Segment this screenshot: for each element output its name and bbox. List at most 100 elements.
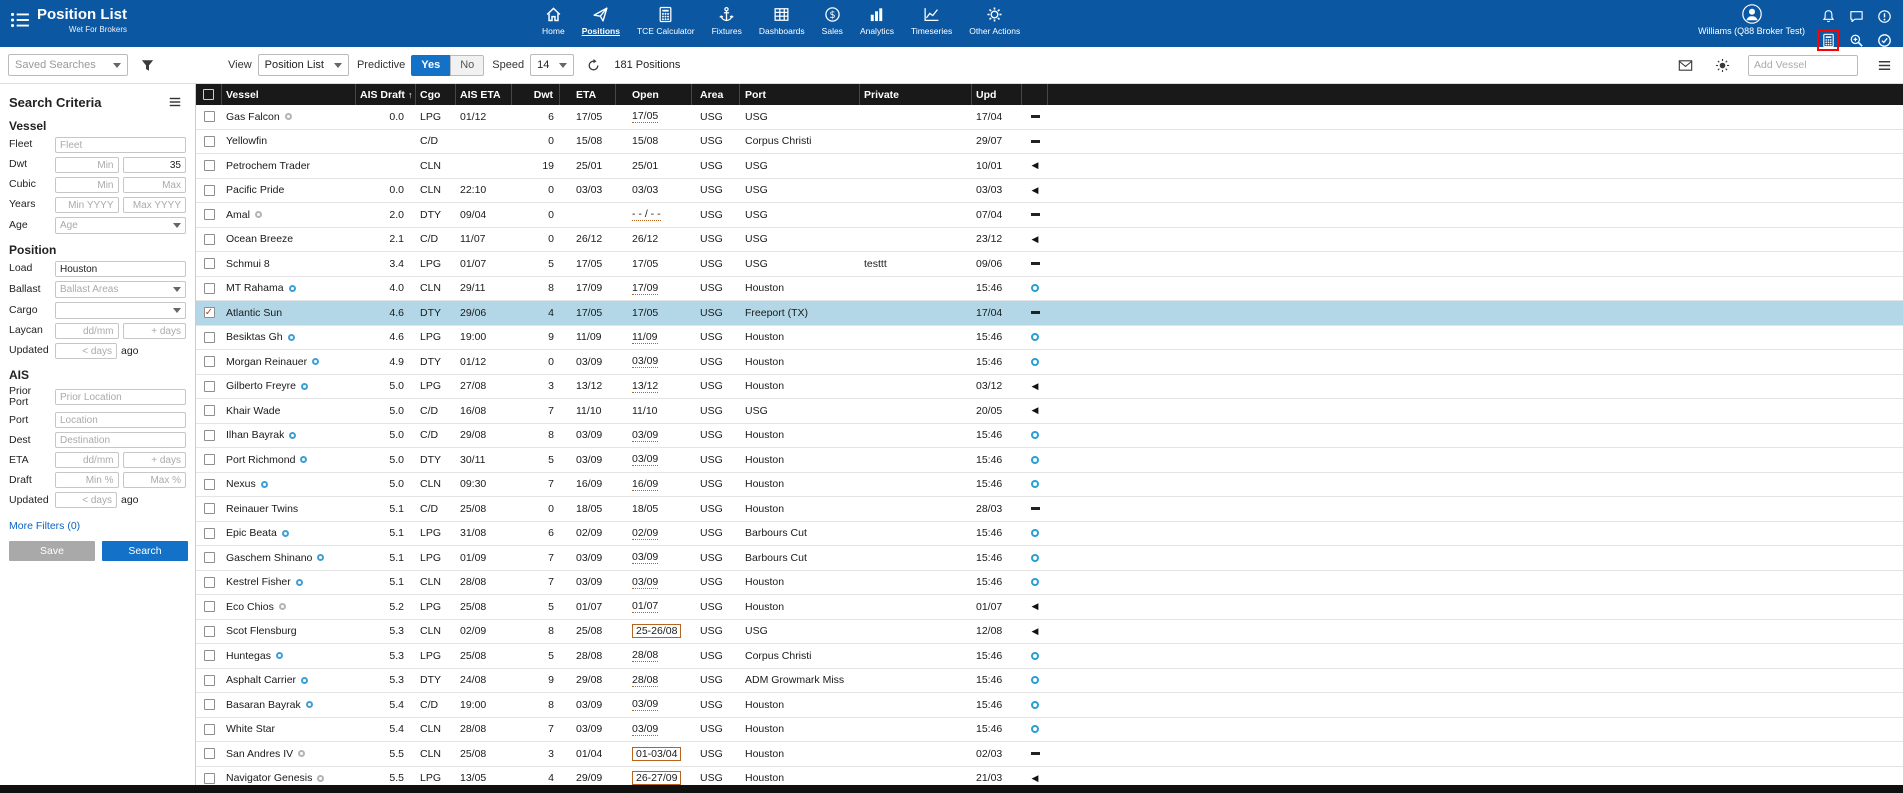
open-date-value[interactable]: 17/05 (632, 307, 658, 319)
row-checkbox[interactable] (204, 699, 215, 710)
predictive-no-button[interactable]: No (450, 55, 484, 76)
column-menu-button[interactable] (1873, 54, 1895, 76)
column-header-upd[interactable]: Upd (972, 84, 1022, 105)
table-row[interactable]: Gas Falcon0.0LPG01/12617/0517/05USGUSG17… (196, 105, 1903, 130)
nav-item-other-actions[interactable]: Other Actions (967, 5, 1022, 37)
column-header-cgo[interactable]: Cgo (416, 84, 456, 105)
ballast-select[interactable]: Ballast Areas (55, 281, 186, 298)
app-logo[interactable]: Position List Wet For Brokers (10, 7, 127, 34)
table-row[interactable]: White Star5.4CLN28/08703/0903/09USGHoust… (196, 718, 1903, 743)
dest-input[interactable] (55, 432, 186, 448)
row-checkbox[interactable] (204, 626, 215, 637)
row-checkbox[interactable] (204, 454, 215, 465)
eta-input-2[interactable] (123, 452, 187, 468)
open-date-value[interactable]: 28/08 (632, 674, 658, 687)
open-date-value[interactable]: 15/08 (632, 135, 658, 147)
open-date-value[interactable]: 01-03/04 (632, 747, 681, 761)
nav-item-timeseries[interactable]: Timeseries (909, 5, 954, 37)
user-menu[interactable]: Williams (Q88 Broker Test) (1698, 4, 1805, 36)
bottom-scrollbar[interactable] (0, 785, 1903, 793)
ais-position-icon[interactable] (306, 701, 313, 708)
table-row[interactable]: Petrochem TraderCLN1925/0125/01USGUSG10/… (196, 154, 1903, 179)
check-circle-button[interactable] (1873, 30, 1895, 51)
select-all-checkbox[interactable] (203, 89, 214, 100)
filter-button[interactable] (136, 54, 158, 76)
table-row[interactable]: YellowfinC/D015/0815/08USGCorpus Christi… (196, 130, 1903, 155)
row-checkbox[interactable] (204, 552, 215, 563)
row-checkbox[interactable] (204, 307, 215, 318)
cubic-input-1[interactable] (55, 177, 119, 193)
ais-position-icon[interactable] (296, 579, 303, 586)
column-header-select[interactable] (196, 84, 222, 105)
column-header-ais-draft[interactable]: AIS Draft↑ (356, 84, 416, 105)
ais-position-icon[interactable] (255, 211, 262, 218)
column-header-upd-status[interactable] (1022, 84, 1048, 105)
chat-button[interactable] (1845, 6, 1867, 27)
column-header-area[interactable]: Area (692, 84, 740, 105)
row-checkbox[interactable] (204, 503, 215, 514)
draft-input-1[interactable] (55, 472, 119, 488)
column-header-ais-eta[interactable]: AIS ETA (456, 84, 512, 105)
open-date-value[interactable]: 17/09 (632, 282, 658, 295)
predictive-yes-button[interactable]: Yes (411, 55, 450, 76)
row-checkbox[interactable] (204, 577, 215, 588)
open-date-value[interactable]: 26/12 (632, 233, 658, 245)
open-date-value[interactable]: 26-27/09 (632, 771, 681, 785)
row-checkbox[interactable] (204, 601, 215, 612)
years-input-2[interactable] (123, 197, 187, 213)
table-row[interactable]: Huntegas5.3LPG25/08528/0828/08USGCorpus … (196, 644, 1903, 669)
row-checkbox[interactable] (204, 675, 215, 686)
table-row[interactable]: Epic Beata5.1LPG31/08602/0902/09USGBarbo… (196, 522, 1903, 547)
open-date-value[interactable]: 17/05 (632, 110, 658, 123)
prior-port-input[interactable] (55, 389, 186, 405)
open-date-value[interactable]: 28/08 (632, 649, 658, 662)
add-vessel-input[interactable] (1748, 55, 1858, 76)
speed-select[interactable]: 14 (530, 54, 574, 76)
sidebar-menu-button[interactable] (168, 94, 186, 110)
ais-position-icon[interactable] (301, 383, 308, 390)
row-checkbox[interactable] (204, 528, 215, 539)
fleet-input[interactable] (55, 137, 186, 153)
table-row[interactable]: Basaran Bayrak5.4C/D19:00803/0903/09USGH… (196, 693, 1903, 718)
row-checkbox[interactable] (204, 332, 215, 343)
open-date-value[interactable]: 03/09 (632, 453, 658, 466)
table-row[interactable]: Kestrel Fisher5.1CLN28/08703/0903/09USGH… (196, 571, 1903, 596)
ais-position-icon[interactable] (289, 285, 296, 292)
column-header-vessel[interactable]: Vessel (222, 84, 356, 105)
table-row[interactable]: Khair Wade5.0C/D16/08711/1011/10USGUSG20… (196, 399, 1903, 424)
save-button[interactable]: Save (9, 541, 95, 561)
row-checkbox[interactable] (204, 748, 215, 759)
table-row[interactable]: Amal2.0DTY09/040- - / - -USGUSG07/04 (196, 203, 1903, 228)
column-header-port[interactable]: Port (740, 84, 860, 105)
laycan-input-1[interactable] (55, 323, 119, 339)
years-input-1[interactable] (55, 197, 119, 213)
row-checkbox[interactable] (204, 430, 215, 441)
table-row[interactable]: Schmui 83.4LPG01/07517/0517/05USGUSGtest… (196, 252, 1903, 277)
table-row[interactable]: Gilberto Freyre5.0LPG27/08313/1213/12USG… (196, 375, 1903, 400)
open-date-value[interactable]: 03/09 (632, 355, 658, 368)
table-row[interactable]: Scot Flensburg5.3CLN02/09825/0825-26/08U… (196, 620, 1903, 645)
ais-position-icon[interactable] (317, 775, 324, 782)
row-checkbox[interactable] (204, 356, 215, 367)
row-checkbox[interactable] (204, 381, 215, 392)
dwt-input-1[interactable] (55, 157, 119, 173)
eta-input-1[interactable] (55, 452, 119, 468)
ais-position-icon[interactable] (288, 334, 295, 341)
table-row[interactable]: Pacific Pride0.0CLN22:10003/0303/03USGUS… (196, 179, 1903, 204)
row-checkbox[interactable] (204, 234, 215, 245)
ais-position-icon[interactable] (298, 750, 305, 757)
table-row[interactable]: Eco Chios5.2LPG25/08501/0701/07USGHousto… (196, 595, 1903, 620)
column-header-open[interactable]: Open (616, 84, 692, 105)
ais-position-icon[interactable] (312, 358, 319, 365)
row-checkbox[interactable] (204, 283, 215, 294)
table-row[interactable]: MT Rahama4.0CLN29/11817/0917/09USGHousto… (196, 277, 1903, 302)
updated-input[interactable] (55, 343, 117, 359)
ais-position-icon[interactable] (282, 530, 289, 537)
nav-item-fixtures[interactable]: Fixtures (710, 5, 744, 37)
row-checkbox[interactable] (204, 160, 215, 171)
open-date-value[interactable]: 16/09 (632, 478, 658, 491)
ais-position-icon[interactable] (285, 113, 292, 120)
row-checkbox[interactable] (204, 209, 215, 220)
ais-position-icon[interactable] (261, 481, 268, 488)
table-row[interactable]: Gaschem Shinano5.1LPG01/09703/0903/09USG… (196, 546, 1903, 571)
